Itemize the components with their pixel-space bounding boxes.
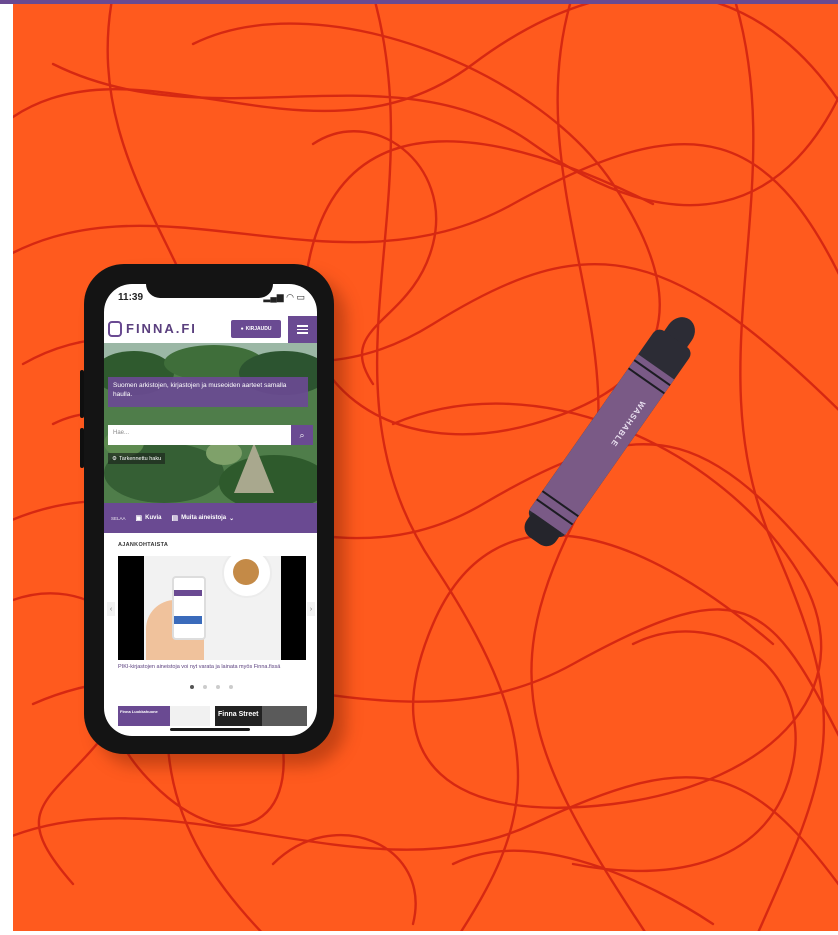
carousel-dot[interactable] <box>203 685 207 689</box>
phone-screen: 11:39 ▂▄▆ ◠ ▭ FINNA.FI ● KIRJAUDU Suomen… <box>104 284 317 736</box>
login-label: KIRJAUDU <box>245 326 272 332</box>
site-header: FINNA.FI ● KIRJAUDU <box>104 316 317 343</box>
thumbnail-label: Finna Luokkahuone <box>120 709 158 714</box>
carousel-dot[interactable] <box>216 685 220 689</box>
thumbnail-label: Finna Street <box>218 711 259 718</box>
thumbnail-street[interactable]: Finna Street <box>215 706 307 726</box>
search-button[interactable]: ⌕ <box>291 425 313 445</box>
phone-notch <box>146 276 273 298</box>
news-caption-link[interactable]: PIKI-kirjastojen aineistoja voi nyt vara… <box>118 663 293 671</box>
phone-in-hand <box>172 576 206 640</box>
feature-thumbnails: Finna Luokkahuone Finna Street <box>118 706 308 726</box>
news-carousel[interactable] <box>118 556 306 660</box>
browse-bar: SELAA ▣ Kuvia ▤ Muita aineistoja ⌄ <box>104 503 317 533</box>
carousel-image <box>144 556 281 660</box>
signal-wifi-battery-icon: ▂▄▆ ◠ ▭ <box>263 292 305 302</box>
browse-other-label: Muita aineistoja <box>181 515 227 521</box>
carousel-dots <box>190 685 233 689</box>
left-border <box>0 4 13 935</box>
site-logo[interactable]: FINNA.FI <box>126 321 197 336</box>
carousel-next-button[interactable]: › <box>307 602 315 616</box>
chevron-down-icon: ⌄ <box>229 515 235 522</box>
browse-images-label: Kuvia <box>145 515 162 521</box>
phone-in-hand-bar-2 <box>174 616 202 624</box>
bottom-border <box>0 931 838 935</box>
hero-banner: Suomen arkistojen, kirjastojen ja museoi… <box>104 343 317 503</box>
home-indicator <box>170 728 250 731</box>
browse-other-link[interactable]: ▤ Muita aineistoja ⌄ <box>171 514 234 522</box>
advanced-search-link[interactable]: ⚙ Tarkennettu haku <box>108 453 166 464</box>
browse-label: SELAA <box>111 515 126 521</box>
search-icon: ⌕ <box>299 429 305 440</box>
phone-in-hand-bar <box>174 590 202 596</box>
hero-jungle-image <box>104 343 317 503</box>
image-icon: ▣ <box>135 515 143 522</box>
status-time: 11:39 <box>118 292 144 303</box>
hamburger-icon[interactable] <box>288 316 317 343</box>
user-icon: ● <box>240 326 244 332</box>
search-settings-icon: ⚙ <box>112 455 117 462</box>
thumbnail-luokkahuone[interactable]: Finna Luokkahuone <box>118 706 210 726</box>
carousel-prev-button[interactable]: ‹ <box>107 602 115 616</box>
search-input[interactable]: Hae... <box>108 425 291 445</box>
box-icon: ▤ <box>171 515 179 522</box>
thumbnail-image <box>262 706 307 726</box>
browse-images-link[interactable]: ▣ Kuvia <box>136 514 162 522</box>
carousel-dot[interactable] <box>190 685 194 689</box>
hero-tagline: Suomen arkistojen, kirjastojen ja museoi… <box>108 377 308 407</box>
advanced-search-label: Tarkennettu haku <box>118 455 162 462</box>
carousel-dot[interactable] <box>229 685 233 689</box>
news-heading: AJANKOHTAISTA <box>118 542 169 548</box>
login-button[interactable]: ● KIRJAUDU <box>231 320 281 338</box>
coffee <box>233 559 259 585</box>
finna-logo-icon[interactable] <box>108 321 122 337</box>
thumbnail-image <box>170 706 210 726</box>
search-placeholder: Hae... <box>113 430 130 436</box>
